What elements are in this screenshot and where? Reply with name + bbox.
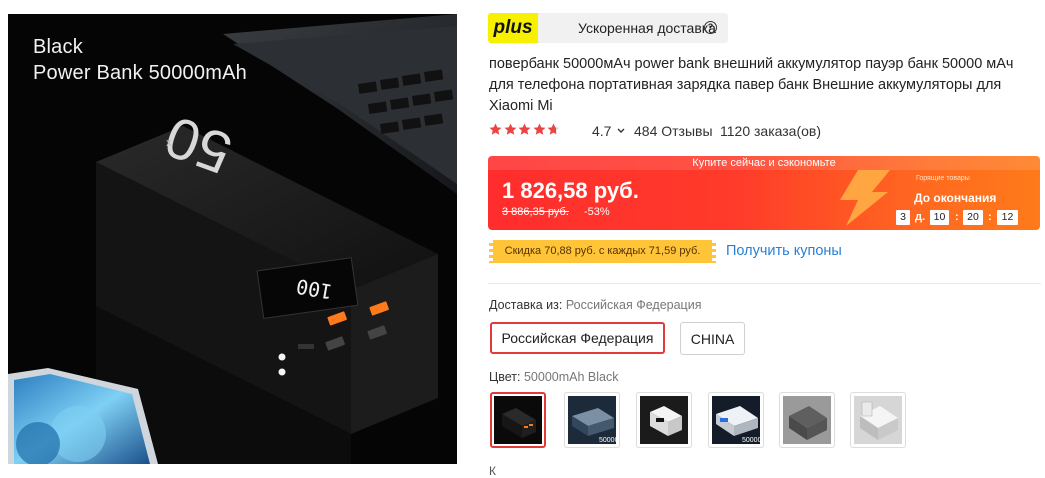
shipping-option-russia[interactable]: Российская Федерация: [490, 322, 665, 354]
color-swatch-3[interactable]: [636, 392, 692, 448]
current-price: 1 826,58 руб.: [502, 178, 639, 203]
color-swatch-6[interactable]: [850, 392, 906, 448]
product-photo[interactable]: 50 x 100 Black Power Bank 50000mAh: [8, 14, 457, 464]
deal-label: Купите сейчас и сэкономьте: [488, 156, 1040, 170]
rating-value: 4.7: [592, 123, 612, 139]
lightning-icon: [840, 170, 890, 226]
chevron-down-icon[interactable]: [616, 123, 626, 139]
shipping-option-china[interactable]: CHINA: [680, 322, 745, 355]
swatch-image: 50000: [712, 396, 760, 444]
color-label: Цвет: 50000mAh Black: [489, 370, 618, 384]
divider: [488, 283, 1041, 284]
color-label-text: Цвет:: [489, 370, 521, 384]
star-icon: [518, 123, 531, 135]
reviews-link[interactable]: 484 Отзывы: [634, 123, 713, 139]
timer-separator: :: [988, 211, 992, 223]
color-swatch-5[interactable]: [779, 392, 835, 448]
svg-text:50000: 50000: [742, 437, 760, 444]
help-icon[interactable]: ?: [704, 21, 717, 34]
old-price: 3 886,35 руб.: [502, 206, 569, 218]
photo-caption-line1: Black: [33, 36, 83, 58]
shipping-from-label: Доставка из: Российская Федерация: [489, 298, 701, 312]
color-selected-value: 50000mAh Black: [523, 370, 619, 384]
svg-text:x: x: [166, 137, 172, 149]
cut-off-section-label: К: [489, 464, 496, 478]
hot-deals-label: Горящие товары: [916, 175, 970, 182]
plus-delivery-bar[interactable]: plus Ускоренная доставка ?: [488, 13, 728, 43]
shipping-label-text: Доставка из:: [489, 298, 563, 312]
color-swatch-2[interactable]: 50000: [564, 392, 620, 448]
swatch-image: [854, 396, 902, 444]
timer-separator: :: [955, 211, 959, 223]
plus-logo: plus: [488, 13, 538, 43]
swatch-image: [640, 396, 688, 444]
star-icon: [533, 123, 545, 135]
ends-label: До окончания: [914, 191, 997, 205]
shipping-selected-value: Российская Федерация: [565, 298, 702, 312]
star-icon: [504, 123, 516, 135]
photo-caption-line2: Power Bank 50000mAh: [33, 62, 247, 84]
rating-row[interactable]: 4.7 484 Отзывы 1120 заказа(ов): [489, 122, 821, 142]
timer-seconds: 12: [997, 210, 1018, 225]
star-icon: [489, 123, 502, 135]
fast-delivery-text: Ускоренная доставка: [578, 20, 716, 36]
coupon-tag: Скидка 70,88 руб. с каждых 71,59 руб.: [489, 240, 716, 263]
color-swatch-1[interactable]: [490, 392, 546, 448]
timer-hours: 10: [930, 210, 949, 225]
svg-text:50000: 50000: [599, 437, 616, 444]
timer-days-unit: д.: [915, 211, 926, 223]
timer-minutes: 20: [963, 210, 983, 225]
rating-stars: [489, 122, 562, 138]
price-banner: Купите сейчас и сэкономьте 1 826,58 руб.…: [488, 156, 1040, 230]
swatch-image: [494, 396, 542, 444]
timer-days: 3: [896, 210, 910, 225]
orders-count: 1120 заказа(ов): [720, 123, 822, 139]
star-icon: [547, 123, 560, 135]
color-swatch-4[interactable]: 50000: [708, 392, 764, 448]
discount-percent: -53%: [584, 206, 610, 218]
swatch-image: [783, 396, 831, 444]
get-coupons-link[interactable]: Получить купоны: [726, 243, 842, 259]
product-title: повербанк 50000мАч power bank внешний ак…: [489, 56, 1014, 114]
swatch-image: 50000: [568, 396, 616, 444]
